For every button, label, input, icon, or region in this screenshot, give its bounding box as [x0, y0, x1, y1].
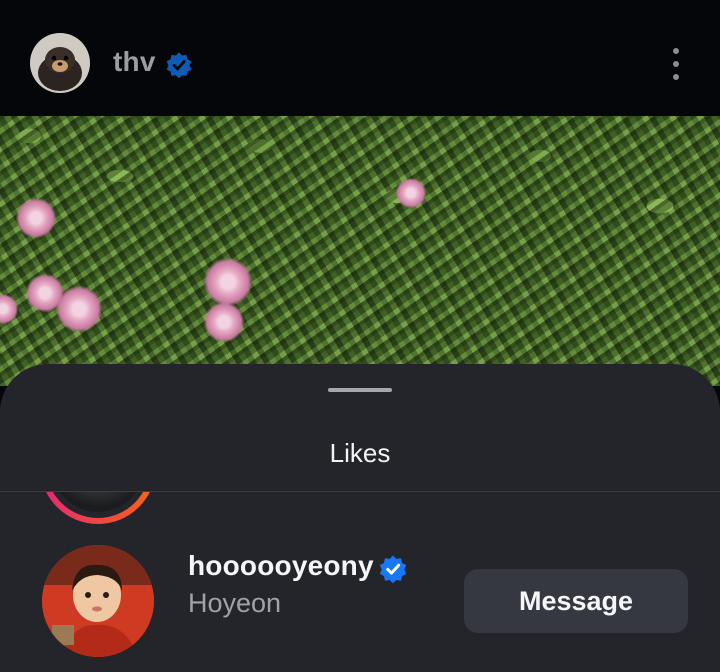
verified-badge-icon	[379, 555, 407, 584]
sheet-title: Likes	[329, 438, 391, 468]
message-button[interactable]: Message	[464, 569, 688, 633]
flower	[16, 198, 56, 238]
likes-sheet: Likes hoooooyeony Hoyeon Message	[0, 364, 720, 672]
liker-username[interactable]: hoooooyeony	[188, 550, 374, 582]
verified-badge-icon	[166, 52, 192, 79]
liker-avatar[interactable]	[42, 545, 154, 657]
post-image[interactable]	[0, 116, 720, 386]
flower	[204, 258, 252, 306]
list-item[interactable]: hoooooyeony Hoyeon Message	[0, 544, 720, 660]
drag-handle[interactable]	[328, 388, 392, 392]
flower	[204, 302, 244, 342]
liker-avatar-partial[interactable]	[40, 492, 156, 524]
more-options-button[interactable]	[664, 44, 688, 84]
more-vertical-icon	[673, 48, 679, 54]
liker-display-name: Hoyeon	[188, 588, 282, 618]
profile-avatar[interactable]	[30, 33, 90, 93]
post-header: thv	[0, 0, 720, 116]
flower	[396, 178, 426, 208]
flower	[56, 286, 102, 332]
post-author-username[interactable]: thv	[113, 46, 156, 78]
